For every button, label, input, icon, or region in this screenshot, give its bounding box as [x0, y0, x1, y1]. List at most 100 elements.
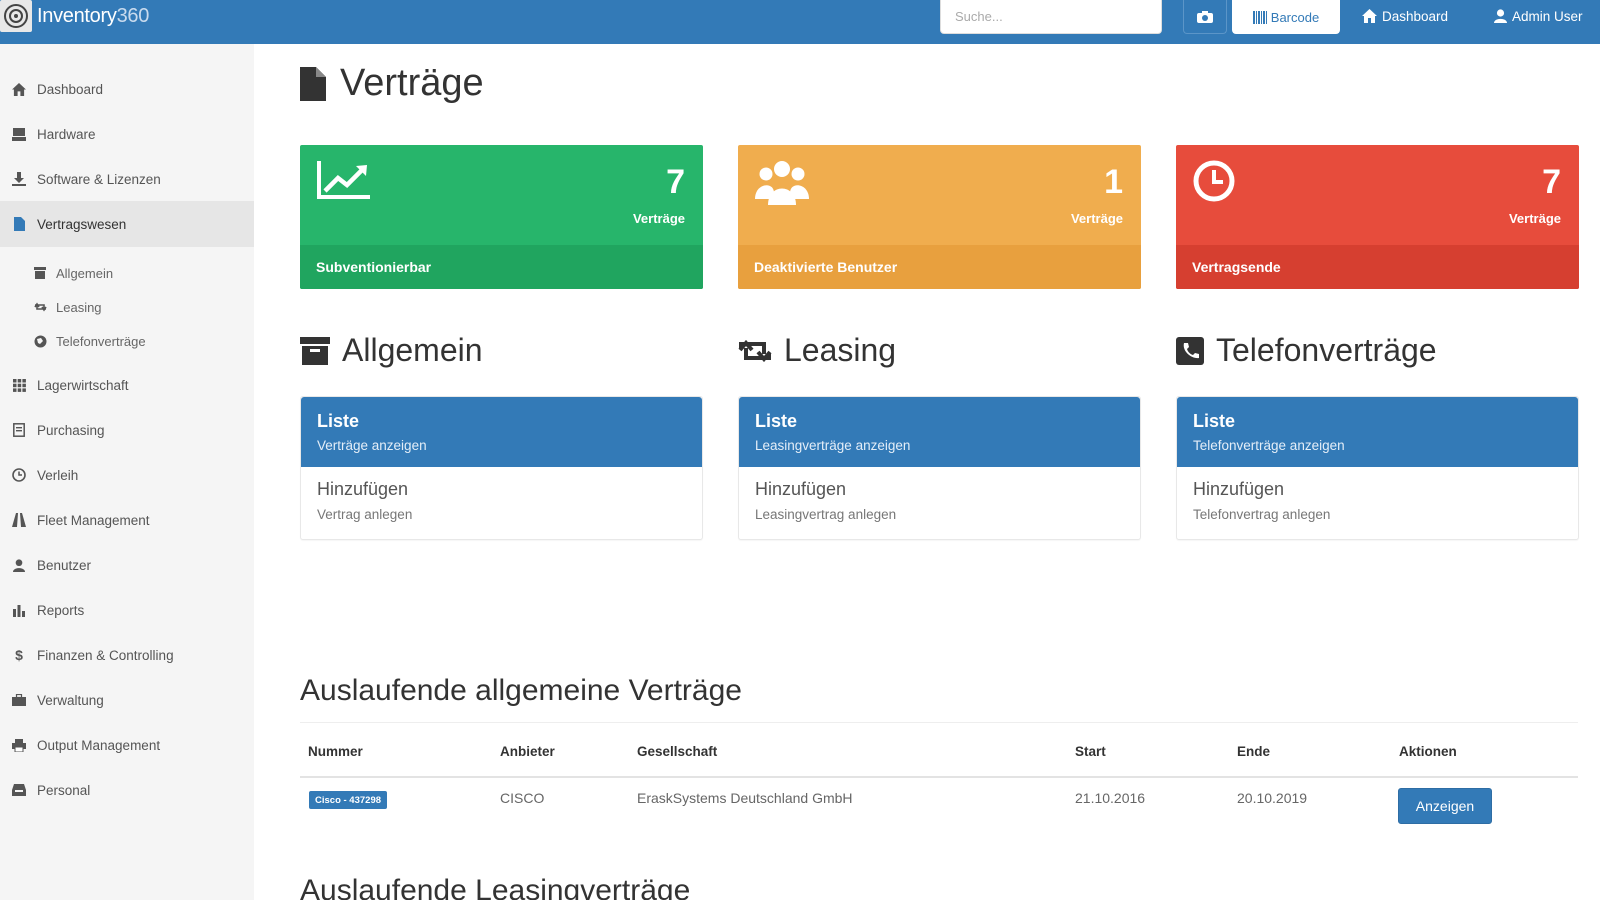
printer-icon	[10, 736, 28, 754]
table-header-divider	[300, 776, 1578, 778]
add-button[interactable]: Hinzufügen Telefonvertrag anlegen	[1177, 467, 1578, 522]
phone-icon	[1176, 336, 1204, 365]
section-title-text: Leasing	[784, 332, 897, 368]
list-button[interactable]: Liste Telefonverträge anzeigen	[1177, 397, 1578, 467]
page-title-text: Verträge	[340, 62, 484, 104]
barcode-button[interactable]: Barcode	[1232, 0, 1340, 34]
brand[interactable]: Inventory360	[0, 0, 149, 32]
receipt-icon	[10, 421, 28, 439]
sidebar-item-label: Hardware	[37, 126, 96, 142]
add-title: Hinzufügen	[317, 479, 409, 499]
sidebar-item-vertragswesen[interactable]: Vertragswesen	[0, 201, 254, 247]
add-subtitle: Vertrag anlegen	[317, 507, 413, 522]
tile-count: 1	[1104, 163, 1123, 201]
section-title-allgemein: Allgemein	[300, 332, 483, 369]
sidebar-item-lagerwirtschaft[interactable]: Lagerwirtschaft	[0, 362, 254, 408]
page-title: Verträge	[300, 62, 484, 105]
sidebar-item-label: Verwaltung	[37, 692, 104, 708]
sidebar-item-reports[interactable]: Reports	[0, 587, 254, 633]
tile-label: Vertragsende	[1176, 245, 1579, 289]
show-contract-button[interactable]: Anzeigen	[1398, 788, 1492, 824]
home-icon	[10, 80, 28, 98]
sidebar-item-benutzer[interactable]: Benutzer	[0, 542, 254, 588]
add-button[interactable]: Hinzufügen Leasingvertrag anlegen	[739, 467, 1140, 522]
sidebar-item-software[interactable]: Software & Lizenzen	[0, 156, 254, 202]
table-header-anbieter: Anbieter	[500, 744, 555, 759]
file-icon	[300, 66, 326, 101]
panel-leasing: Liste Leasingverträge anzeigen Hinzufüge…	[738, 396, 1141, 540]
file-icon	[10, 215, 28, 233]
tile-count: 7	[666, 163, 685, 201]
briefcase-icon	[10, 691, 28, 709]
sidebar-item-personal[interactable]: Personal	[0, 767, 254, 813]
sidebar-subitem-allgemein[interactable]: Allgemein	[0, 258, 254, 288]
sidebar-item-label: Reports	[37, 602, 85, 618]
add-button[interactable]: Hinzufügen Vertrag anlegen	[301, 467, 702, 522]
sidebar-subitem-label: Leasing	[56, 299, 102, 315]
sidebar-item-dashboard[interactable]: Dashboard	[0, 66, 254, 112]
list-title: Liste	[1193, 411, 1236, 431]
tile-unit: Verträge	[1508, 211, 1561, 226]
camera-button[interactable]	[1183, 0, 1227, 34]
sidebar-item-label: Output Management	[37, 737, 161, 753]
contract-number-badge[interactable]: Cisco - 437298	[309, 791, 388, 809]
tile-deaktivierte-benutzer[interactable]: 1 Verträge Deaktivierte Benutzer	[738, 145, 1141, 289]
user-menu[interactable]: Admin User	[1494, 0, 1583, 32]
add-title: Hinzufügen	[1193, 479, 1285, 499]
tile-subventionierbar[interactable]: 7 Verträge Subventionierbar	[300, 145, 703, 289]
inbox-icon	[10, 781, 28, 799]
panel-telefon: Liste Telefonverträge anzeigen Hinzufüge…	[1176, 396, 1579, 540]
sidebar-item-fleet[interactable]: Fleet Management	[0, 497, 254, 543]
list-button[interactable]: Liste Leasingverträge anzeigen	[739, 397, 1140, 467]
tile-vertragsende[interactable]: 7 Verträge Vertragsende	[1176, 145, 1579, 289]
divider	[300, 722, 1578, 723]
sidebar-item-purchasing[interactable]: Purchasing	[0, 407, 254, 453]
expiring-contracts-title: Auslaufende allgemeine Verträge	[300, 674, 742, 707]
sidebar-item-label: Vertragswesen	[37, 216, 127, 232]
users-icon	[755, 161, 809, 205]
grid-icon	[10, 376, 28, 394]
table-header-aktionen: Aktionen	[1399, 744, 1457, 759]
sidebar-item-label: Fleet Management	[37, 512, 150, 528]
sidebar-item-label: Dashboard	[37, 81, 104, 97]
sidebar-subitem-label: Telefonverträge	[56, 333, 146, 349]
expiring-leasing-title: Auslaufende Leasingverträge	[300, 874, 691, 900]
retweet-icon	[738, 339, 772, 362]
archive-icon	[32, 265, 48, 281]
sidebar-item-label: Finanzen & Controlling	[37, 647, 174, 663]
list-button[interactable]: Liste Verträge anzeigen	[301, 397, 702, 467]
list-subtitle: Leasingverträge anzeigen	[755, 438, 911, 453]
add-subtitle: Telefonvertrag anlegen	[1193, 507, 1331, 522]
barcode-label: Barcode	[1270, 9, 1320, 25]
sidebar-item-verleih[interactable]: Verleih	[0, 452, 254, 498]
sidebar-subitem-telefon[interactable]: Telefonverträge	[0, 326, 254, 356]
camera-icon	[1197, 10, 1213, 23]
download-icon	[10, 170, 28, 188]
list-title: Liste	[755, 411, 798, 431]
tile-count: 7	[1542, 163, 1561, 201]
table-cell-gesellschaft: EraskSystems Deutschland GmbH	[637, 790, 853, 806]
sidebar-subitem-label: Allgemein	[56, 265, 114, 281]
sidebar: Dashboard Hardware Software & Lizenzen V…	[0, 44, 254, 900]
nav-dashboard-link[interactable]: Dashboard	[1362, 0, 1448, 32]
top-navbar: Inventory360 Barcode Dashboard Admin Use…	[0, 0, 1600, 44]
tile-label: Deaktivierte Benutzer	[738, 245, 1141, 289]
sidebar-item-finanzen[interactable]: $ Finanzen & Controlling	[0, 632, 254, 678]
sidebar-item-label: Verleih	[37, 467, 79, 483]
sidebar-item-verwaltung[interactable]: Verwaltung	[0, 677, 254, 723]
bar-chart-icon	[10, 601, 28, 619]
section-title-leasing: Leasing	[738, 332, 896, 369]
globe-icon	[32, 333, 48, 349]
section-title-telefon: Telefonverträge	[1176, 332, 1437, 369]
clock-icon	[10, 466, 28, 484]
sidebar-item-hardware[interactable]: Hardware	[0, 111, 254, 157]
sidebar-subitem-leasing[interactable]: Leasing	[0, 292, 254, 322]
list-subtitle: Telefonverträge anzeigen	[1193, 438, 1345, 453]
user-icon	[10, 556, 28, 574]
clock-icon	[1193, 160, 1235, 202]
sidebar-item-label: Purchasing	[37, 422, 105, 438]
search-input[interactable]	[940, 0, 1162, 34]
retweet-icon	[32, 299, 48, 315]
sidebar-item-output[interactable]: Output Management	[0, 722, 254, 768]
table-cell-ende: 20.10.2019	[1237, 790, 1308, 806]
